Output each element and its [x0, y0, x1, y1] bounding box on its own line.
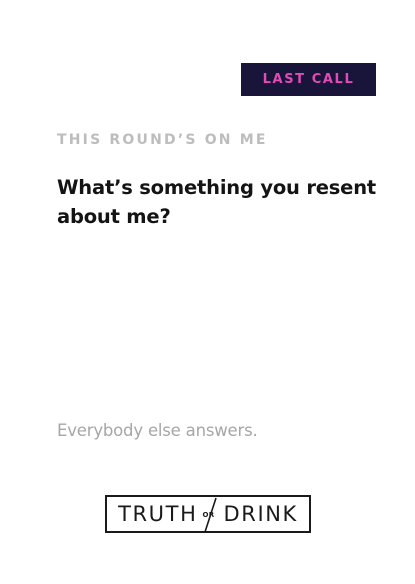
- question-text: What’s something you resent about me?: [57, 176, 376, 228]
- card-category: THIS ROUND’S ON ME: [57, 132, 268, 148]
- badge-label: LAST CALL: [262, 72, 355, 87]
- logo-word-drink: DRINK: [223, 501, 298, 526]
- logo-or-text: OR: [202, 511, 215, 519]
- last-call-badge: LAST CALL: [241, 63, 376, 96]
- instruction-text: Everybody else answers.: [57, 421, 258, 440]
- logo-or-mark: OR: [199, 497, 221, 533]
- question-card: LAST CALL THIS ROUND’S ON ME What’s some…: [0, 0, 415, 584]
- truth-or-drink-logo: TRUTH OR DRINK: [105, 495, 311, 533]
- logo-word-truth: TRUTH: [118, 501, 198, 526]
